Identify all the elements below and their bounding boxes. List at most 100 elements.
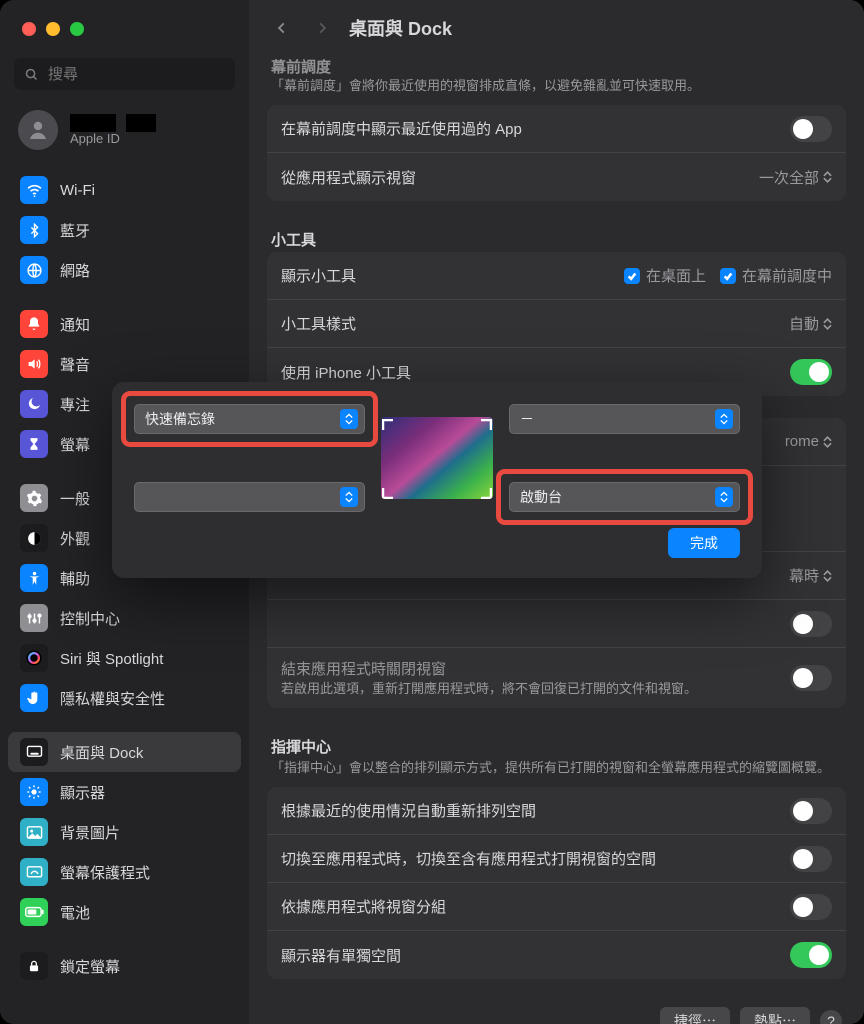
sidebar-item-wifi[interactable]: Wi-Fi — [8, 170, 241, 210]
highlight-bottom-right: 啟動台 — [501, 474, 748, 520]
mission-separate-spaces-label: 顯示器有單獨空間 — [281, 945, 401, 966]
stepper-icon — [340, 487, 358, 507]
sidebar-item-wallpaper[interactable]: 背景圖片 — [8, 812, 241, 852]
obscured-toggle-1[interactable] — [790, 611, 832, 637]
avatar — [18, 110, 58, 150]
sidebar-item-control[interactable]: 控制中心 — [8, 598, 241, 638]
stage-section-header: 幕前調度 — [267, 56, 846, 77]
sidebar-item-dock[interactable]: 桌面與 Dock — [8, 732, 241, 772]
settings-window: Apple ID Wi-Fi藍牙網路通知聲音專注螢幕一般外觀輔助控制中心Siri… — [0, 0, 864, 1024]
widgets-show-label: 顯示小工具 — [281, 265, 356, 286]
sidebar-item-label: 顯示器 — [60, 782, 105, 803]
corner-select-bottom-right[interactable]: 啟動台 — [509, 482, 740, 512]
sidebar-list: Wi-Fi藍牙網路通知聲音專注螢幕一般外觀輔助控制中心Siri 與 Spotli… — [0, 166, 249, 990]
shortcuts-button[interactable]: 捷徑⋯ — [660, 1007, 730, 1024]
corner-select-top-left-label: 快速備忘錄 — [145, 409, 215, 429]
sidebar-item-label: 螢幕 — [60, 434, 90, 455]
sidebar-item-label: 桌面與 Dock — [60, 742, 143, 763]
widgets-header: 小工具 — [267, 223, 846, 252]
sidebar-item-battery[interactable]: 電池 — [8, 892, 241, 932]
sidebar-item-label: Wi-Fi — [60, 182, 95, 199]
wifi-icon — [20, 176, 48, 204]
forward-button[interactable] — [309, 15, 335, 41]
mission-switch-space-toggle[interactable] — [790, 846, 832, 872]
sidebar-item-saver[interactable]: 螢幕保護程式 — [8, 852, 241, 892]
sidebar-item-speaker[interactable]: 聲音 — [8, 344, 241, 384]
close-windows-toggle[interactable] — [790, 665, 832, 691]
sidebar-item-label: 控制中心 — [60, 608, 120, 629]
widgets-iphone-toggle[interactable] — [790, 359, 832, 385]
stage-card: 在幕前調度中顯示最近使用過的 App 從應用程式顯示視窗 一次全部 — [267, 105, 846, 201]
sidebar-item-label: 通知 — [60, 314, 90, 335]
sidebar-item-network[interactable]: 網路 — [8, 250, 241, 290]
mission-sub: 「指揮中心」會以整合的排列顯示方式，提供所有已打開的視窗和全螢幕應用程式的縮覽圖… — [267, 759, 846, 787]
bell-icon — [20, 310, 48, 338]
sidebar-item-label: 藍牙 — [60, 220, 90, 241]
account-row[interactable]: Apple ID — [0, 100, 249, 166]
battery-icon — [20, 898, 48, 926]
corner-select-top-right[interactable]: － — [509, 404, 740, 434]
back-button[interactable] — [269, 15, 295, 41]
appearance-icon — [20, 524, 48, 552]
network-icon — [20, 256, 48, 284]
sidebar-item-siri[interactable]: Siri 與 Spotlight — [8, 638, 241, 678]
minimize-button[interactable] — [46, 22, 60, 36]
obscured-select-1[interactable]: rome — [785, 433, 832, 450]
hotcorners-button[interactable]: 熱點⋯ — [740, 1007, 810, 1024]
mission-header: 指揮中心 — [267, 730, 846, 759]
mission-group-by-app-toggle[interactable] — [790, 894, 832, 920]
help-button[interactable]: ? — [820, 1010, 842, 1024]
sidebar-item-lock[interactable]: 鎖定螢幕 — [8, 946, 241, 986]
sidebar-item-hand[interactable]: 隱私權與安全性 — [8, 678, 241, 718]
close-button[interactable] — [22, 22, 36, 36]
access-icon — [20, 564, 48, 592]
corner-select-bottom-left[interactable] — [134, 482, 365, 512]
search-icon — [24, 67, 39, 82]
mission-group-by-app-label: 依據應用程式將視窗分組 — [281, 896, 446, 917]
stage-recent-apps-toggle[interactable] — [790, 116, 832, 142]
titlebar: 桌面與 Dock — [249, 0, 864, 56]
mission-separate-spaces-toggle[interactable] — [790, 942, 832, 968]
search-input[interactable] — [46, 65, 249, 84]
sidebar-item-label: 輔助 — [60, 568, 90, 589]
traffic-lights — [22, 22, 84, 36]
widgets-iphone-label: 使用 iPhone 小工具 — [281, 362, 411, 383]
dock-icon — [20, 738, 48, 766]
sidebar-item-label: 背景圖片 — [60, 822, 120, 843]
stage-show-from-app-select[interactable]: 一次全部 — [759, 167, 832, 188]
sidebar-item-label: 電池 — [60, 902, 90, 923]
zoom-button[interactable] — [70, 22, 84, 36]
stage-section-sub: 「幕前調度」會將你最近使用的視窗排成直條，以避免雜亂並可快速取用。 — [267, 77, 846, 105]
bluetooth-icon — [20, 216, 48, 244]
screen-thumbnail — [381, 417, 493, 499]
control-icon — [20, 604, 48, 632]
siri-icon — [20, 644, 48, 672]
sidebar-item-display[interactable]: 顯示器 — [8, 772, 241, 812]
page-title: 桌面與 Dock — [349, 15, 452, 41]
speaker-icon — [20, 350, 48, 378]
sidebar-item-label: Siri 與 Spotlight — [60, 648, 163, 669]
highlight-top-left: 快速備忘錄 — [126, 396, 373, 442]
widgets-in-stage-checkbox[interactable]: 在幕前調度中 — [720, 265, 832, 286]
widgets-card: 顯示小工具 在桌面上 在幕前調度中 小工具樣式 — [267, 252, 846, 396]
done-button[interactable]: 完成 — [668, 528, 740, 558]
widgets-style-select[interactable]: 自動 — [789, 313, 832, 334]
search-field[interactable] — [14, 58, 235, 90]
account-sub: Apple ID — [70, 132, 156, 146]
stepper-icon — [715, 409, 733, 429]
mission-auto-rearrange-label: 根據最近的使用情況自動重新排列空間 — [281, 800, 536, 821]
obscured-select-2[interactable]: 幕時 — [789, 565, 832, 586]
lock-icon — [20, 952, 48, 980]
sidebar-item-bluetooth[interactable]: 藍牙 — [8, 210, 241, 250]
saver-icon — [20, 858, 48, 886]
corner-select-top-left[interactable]: 快速備忘錄 — [134, 404, 365, 434]
sidebar-item-bell[interactable]: 通知 — [8, 304, 241, 344]
close-windows-label: 結束應用程式時關閉視窗 — [281, 658, 697, 679]
corner-select-bottom-right-label: 啟動台 — [520, 487, 562, 507]
widgets-on-desktop-checkbox[interactable]: 在桌面上 — [624, 265, 706, 286]
mission-auto-rearrange-toggle[interactable] — [790, 798, 832, 824]
account-name — [70, 114, 156, 132]
display-icon — [20, 778, 48, 806]
mission-switch-space-label: 切換至應用程式時，切換至含有應用程式打開視窗的空間 — [281, 848, 656, 869]
wallpaper-icon — [20, 818, 48, 846]
